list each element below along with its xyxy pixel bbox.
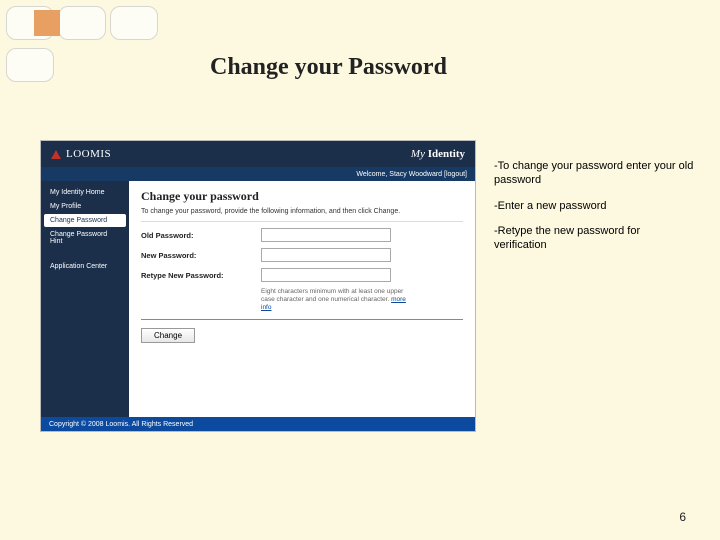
retype-password-input[interactable] bbox=[261, 268, 391, 282]
password-hint: Eight characters minimum with at least o… bbox=[261, 288, 411, 311]
welcome-bar: Welcome, Stacy Woodward [logout] bbox=[41, 167, 475, 181]
star-icon bbox=[34, 10, 60, 36]
page-number: 6 bbox=[679, 510, 686, 524]
sidebar-item-profile[interactable]: My Profile bbox=[44, 200, 126, 213]
sidebar-item-app-center[interactable]: Application Center bbox=[44, 260, 126, 273]
content-intro: To change your password, provide the fol… bbox=[141, 208, 463, 215]
app-footer: Copyright © 2008 Loomis. All Rights Rese… bbox=[41, 417, 475, 431]
content-panel: Change your password To change your pass… bbox=[129, 181, 475, 417]
old-password-label: Old Password: bbox=[141, 231, 261, 240]
sidebar-item-home[interactable]: My Identity Home bbox=[44, 186, 126, 199]
instruction-callouts: -To change your password enter your old … bbox=[494, 160, 694, 265]
sidebar-item-password-hint[interactable]: Change Password Hint bbox=[44, 228, 126, 248]
logout-link[interactable]: [logout] bbox=[444, 171, 467, 178]
copyright-text: Copyright © 2008 Loomis. All Rights Rese… bbox=[49, 421, 193, 428]
sidebar-item-change-password[interactable]: Change Password bbox=[44, 214, 126, 227]
content-heading: Change your password bbox=[141, 189, 463, 204]
slide-corner-decor bbox=[6, 6, 176, 86]
callout-2: -Enter a new password bbox=[494, 200, 694, 214]
retype-password-label: Retype New Password: bbox=[141, 271, 261, 280]
callout-3: -Retype the new password for verificatio… bbox=[494, 225, 694, 253]
brand-logo: LOOMIS bbox=[51, 148, 111, 160]
app-topbar: LOOMIS My Identity bbox=[41, 141, 475, 167]
brand-name: LOOMIS bbox=[66, 148, 111, 160]
old-password-input[interactable] bbox=[261, 228, 391, 242]
divider bbox=[141, 221, 463, 222]
sidebar: My Identity Home My Profile Change Passw… bbox=[41, 181, 129, 417]
callout-1: -To change your password enter your old … bbox=[494, 160, 694, 188]
slide-title: Change your Password bbox=[210, 54, 447, 81]
new-password-input[interactable] bbox=[261, 248, 391, 262]
identity-app-window: LOOMIS My Identity Welcome, Stacy Woodwa… bbox=[40, 140, 476, 432]
new-password-label: New Password: bbox=[141, 251, 261, 260]
change-button[interactable]: Change bbox=[141, 328, 195, 343]
divider-accent bbox=[141, 319, 463, 320]
welcome-text: Welcome, Stacy Woodward bbox=[356, 171, 442, 178]
product-name: My Identity bbox=[411, 148, 465, 160]
triangle-icon bbox=[51, 150, 61, 159]
